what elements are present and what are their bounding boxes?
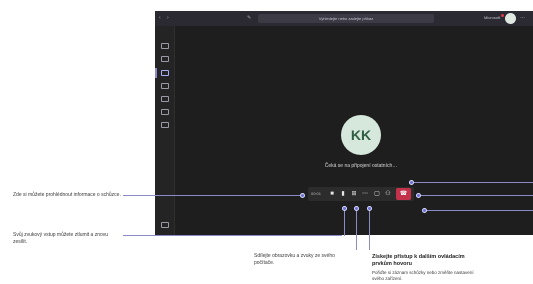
audio-callout-stem [344,208,345,236]
camera-icon[interactable]: ■ [328,190,336,198]
hang-up-button[interactable]: ☎ [396,188,411,200]
teams-icon[interactable] [161,70,169,76]
share-callout-stem [356,208,357,250]
right-callout-line-2 [419,195,533,196]
teams-window: ‹ › ✎ Vyhledejte nebo zadejte příkaz Mic… [155,11,533,235]
info-callout-dot [300,193,305,198]
more-callout-title: Získejte přístup k dalším ovládacím prvk… [372,254,465,267]
app-rail [155,26,175,235]
chat-toggle-icon[interactable]: ▢ [373,190,381,198]
org-label: Microsoft [484,15,501,20]
back-icon[interactable]: ‹ [159,15,161,21]
right-callout-dot-3 [422,208,427,213]
avatar[interactable] [505,13,516,24]
share-callout-dot [354,206,359,211]
audio-callout-text: Svůj zvukový vstup můžete ztlumit a znov… [13,232,109,245]
share-screen-icon[interactable]: ⊞ [350,190,358,198]
files-icon[interactable] [161,109,169,115]
more-options-icon[interactable]: … [520,14,525,20]
forward-icon[interactable]: › [167,15,169,21]
right-callout-line-3 [425,210,533,211]
compose-icon[interactable]: ✎ [247,15,251,21]
right-callout-dot-2 [416,193,421,198]
more-actions-icon[interactable]: ⋯ [361,190,369,198]
calls-icon[interactable] [161,96,169,102]
more-callout-stem [369,208,370,250]
call-controls-bar: 00:01 ■ ▮ ⊞ ⋯ ▢ ⚇ ☎ [308,187,414,201]
info-callout-line [123,195,302,196]
more-callout-desc: Pořiďte si záznam schůzky nebo změňte na… [372,270,474,281]
participants-icon[interactable]: ⚇ [384,190,392,198]
participant-avatar: KK [341,115,381,155]
share-callout-text: Sdílejte obrazovku a zvuky ze svého počí… [254,253,335,266]
search-input[interactable]: Vyhledejte nebo zadejte příkaz [258,14,434,23]
more-callout-dot [367,206,372,211]
audio-callout-dot [342,206,347,211]
waiting-message: Čeká se na připojení ostatních… [324,163,398,169]
calendar-icon[interactable] [161,83,169,89]
meeting-timer: 00:01 [311,191,322,196]
help-icon[interactable] [161,222,169,228]
title-bar: ‹ › ✎ Vyhledejte nebo zadejte příkaz Mic… [155,11,533,26]
apps-icon[interactable] [161,122,169,128]
active-indicator [155,68,157,78]
chat-icon[interactable] [161,56,169,62]
info-callout-text: Zde si můžete prohlédnout informace o sc… [13,192,121,198]
microphone-icon[interactable]: ▮ [339,190,347,198]
right-callout-line-1 [412,182,533,183]
right-callout-dot-1 [409,180,414,185]
audio-callout-line [123,235,342,236]
status-dot [501,14,504,17]
activity-icon[interactable] [161,43,169,49]
